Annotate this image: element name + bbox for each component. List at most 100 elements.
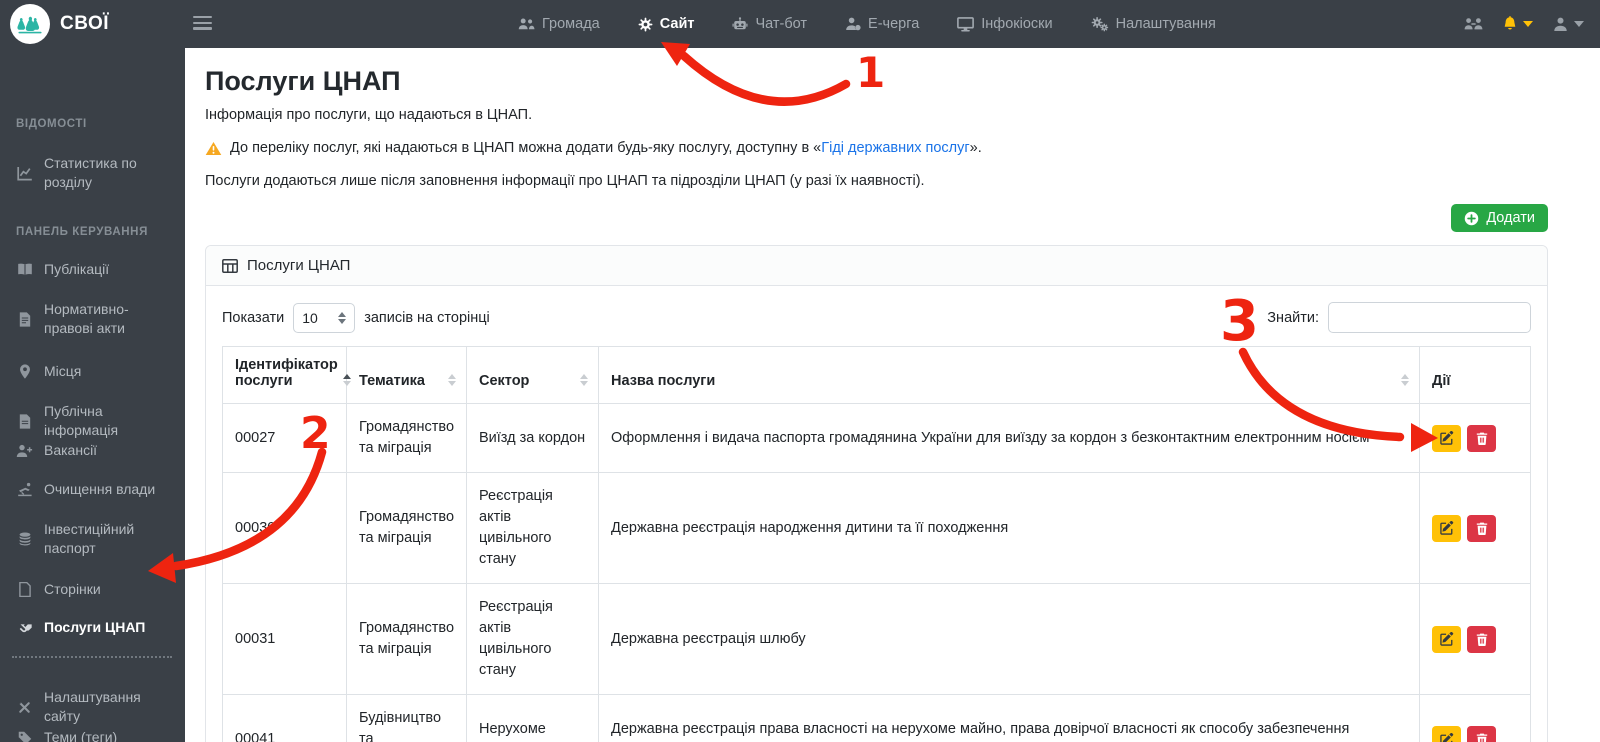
search-input[interactable]: [1328, 302, 1531, 333]
per-page-label: записів на сторінці: [364, 309, 490, 326]
trash-icon: [1476, 633, 1488, 646]
sidebar-item-publikatsii[interactable]: Публікації: [16, 260, 176, 279]
tag-icon: [16, 729, 33, 742]
map-pin-icon: [16, 363, 33, 381]
edit-button[interactable]: [1432, 424, 1461, 452]
notifications-menu[interactable]: [1502, 15, 1533, 33]
delete-button[interactable]: [1467, 514, 1496, 542]
sidebar-item-statystyka[interactable]: Статистика по розділу: [16, 154, 176, 191]
trash-icon: [1476, 733, 1488, 742]
edit-pencil-icon: [1439, 632, 1454, 646]
page-size-select[interactable]: 10: [293, 302, 356, 333]
sidebar-item-investytsiinyi-pasport[interactable]: Інвестиційний паспорт: [16, 520, 176, 557]
navbar-right: [1464, 0, 1584, 48]
cell-id: 00030: [222, 472, 347, 585]
delete-button[interactable]: [1467, 726, 1496, 742]
select-caret-icon: [338, 311, 347, 324]
user-menu[interactable]: [1552, 16, 1584, 32]
page-icon: [16, 581, 33, 599]
sort-icon[interactable]: [448, 374, 456, 386]
nav-label: Громада: [542, 16, 600, 32]
warning-note: До переліку послуг, які надаються в ЦНАП…: [205, 140, 1548, 156]
add-button[interactable]: Додати: [1451, 204, 1548, 232]
sidebar-item-label: Вакансії: [44, 442, 98, 458]
coins-icon: [16, 521, 33, 557]
column-header-name[interactable]: Назва послуги: [598, 346, 1420, 404]
cell-sector: Реєстрація актів цивільного стану: [466, 583, 599, 696]
sort-icon[interactable]: [580, 374, 588, 386]
book-icon: [16, 261, 33, 279]
sidebar-section-vidomosti: ВІДОМОСТІ: [16, 118, 87, 130]
nav-item-sait[interactable]: Сайт: [638, 16, 695, 32]
top-navbar: СВОЇ Громада Сайт Чат-бот Е-черга Інфокі…: [0, 0, 1600, 48]
warning-triangle-icon: [205, 141, 222, 156]
user-plus-icon: [16, 442, 33, 460]
file-icon: [16, 403, 33, 439]
nav-label: Е-черга: [868, 16, 920, 32]
column-header-actions: Дії: [1419, 346, 1531, 404]
nav-label: Сайт: [659, 16, 695, 32]
sidebar-item-nalashtuvannia-saitu[interactable]: Налаштування сайту: [16, 688, 176, 725]
app-window: СВОЇ Громада Сайт Чат-бот Е-черга Інфокі…: [0, 0, 1600, 742]
table-header-row: Ідентифікатор послуги Тематика Сектор На…: [222, 346, 1531, 404]
sidebar-item-storinky[interactable]: Сторінки: [16, 580, 176, 599]
edit-pencil-icon: [1439, 521, 1454, 535]
sidebar-item-label: Сторінки: [44, 581, 101, 597]
sort-icon[interactable]: [342, 374, 351, 386]
edit-pencil-icon: [1439, 732, 1454, 742]
table-row: 00027 Громадянство та міграція Виїзд за …: [222, 402, 1531, 474]
sidebar-item-label: Послуги ЦНАП: [44, 619, 146, 635]
cell-actions: [1419, 583, 1531, 696]
nav-label: Налаштування: [1115, 16, 1216, 32]
sidebar-item-label: Налаштування сайту: [44, 689, 141, 724]
sidebar-item-npa[interactable]: Нормативно-правові акти: [16, 300, 176, 337]
nav-item-chatbot[interactable]: Чат-бот: [732, 16, 807, 32]
hamburger-menu-icon[interactable]: [193, 16, 212, 33]
cell-sector: Нерухоме майно: [466, 694, 599, 742]
plus-circle-icon: [1464, 211, 1479, 226]
cell-theme: Громадянство та міграція: [346, 583, 467, 696]
file-lines-icon: [16, 301, 33, 337]
sidebar-item-label: Публічна інформація: [44, 403, 119, 438]
cell-name: Державна реєстрація народження дитини та…: [598, 472, 1420, 585]
sidebar-item-ochyshchennia-vlady[interactable]: Очищення влади: [16, 480, 176, 499]
edit-button[interactable]: [1432, 625, 1461, 653]
nav-item-echerha[interactable]: Е-черга: [845, 16, 919, 32]
column-header-id[interactable]: Ідентифікатор послуги: [222, 346, 351, 404]
cell-theme: Громадянство та міграція: [346, 402, 467, 474]
edit-button[interactable]: [1432, 726, 1461, 742]
table-icon: [222, 258, 238, 273]
cell-actions: [1419, 694, 1531, 742]
sort-icon[interactable]: [1401, 374, 1409, 386]
page-size-value: 10: [302, 309, 318, 326]
chart-line-icon: [16, 155, 33, 191]
trash-icon: [1476, 522, 1488, 535]
handshake-icon: [16, 619, 33, 637]
sidebar-item-mistsia[interactable]: Місця: [16, 362, 176, 381]
sidebar-section-panel: ПАНЕЛЬ КЕРУВАННЯ: [16, 226, 148, 238]
brand-name: СВОЇ: [60, 13, 109, 34]
sidebar-item-posluhy-cnap[interactable]: Послуги ЦНАП: [16, 618, 176, 637]
sidebar-item-publichna-informatsiia[interactable]: Публічна інформація: [16, 402, 176, 439]
partners-icon[interactable]: [1464, 17, 1483, 32]
main-nav: Громада Сайт Чат-бот Е-черга Інфокіоски …: [518, 0, 1216, 48]
search-control: Знайти:: [1267, 302, 1531, 333]
brand[interactable]: СВОЇ: [10, 4, 109, 44]
site-gear-icon: [638, 17, 653, 32]
community-users-icon: [518, 17, 535, 31]
column-header-sector[interactable]: Сектор: [466, 346, 599, 404]
guide-link[interactable]: Гіді державних послуг: [821, 140, 969, 156]
edit-button[interactable]: [1432, 514, 1461, 542]
nav-item-infokiosky[interactable]: Інфокіоски: [957, 16, 1053, 32]
sidebar-item-vakansii[interactable]: Вакансії: [16, 441, 176, 460]
toolbar: Додати: [205, 204, 1548, 232]
gears-icon: [1091, 16, 1109, 32]
nav-label: Інфокіоски: [981, 16, 1053, 32]
nav-item-hromada[interactable]: Громада: [518, 16, 600, 32]
column-header-theme[interactable]: Тематика: [346, 346, 467, 404]
user-icon: [1552, 16, 1569, 32]
nav-item-nalashtuvannia[interactable]: Налаштування: [1091, 16, 1216, 32]
sidebar-item-temy-tehy[interactable]: Теми (теги): [16, 728, 176, 742]
delete-button[interactable]: [1467, 625, 1496, 653]
delete-button[interactable]: [1467, 424, 1496, 452]
